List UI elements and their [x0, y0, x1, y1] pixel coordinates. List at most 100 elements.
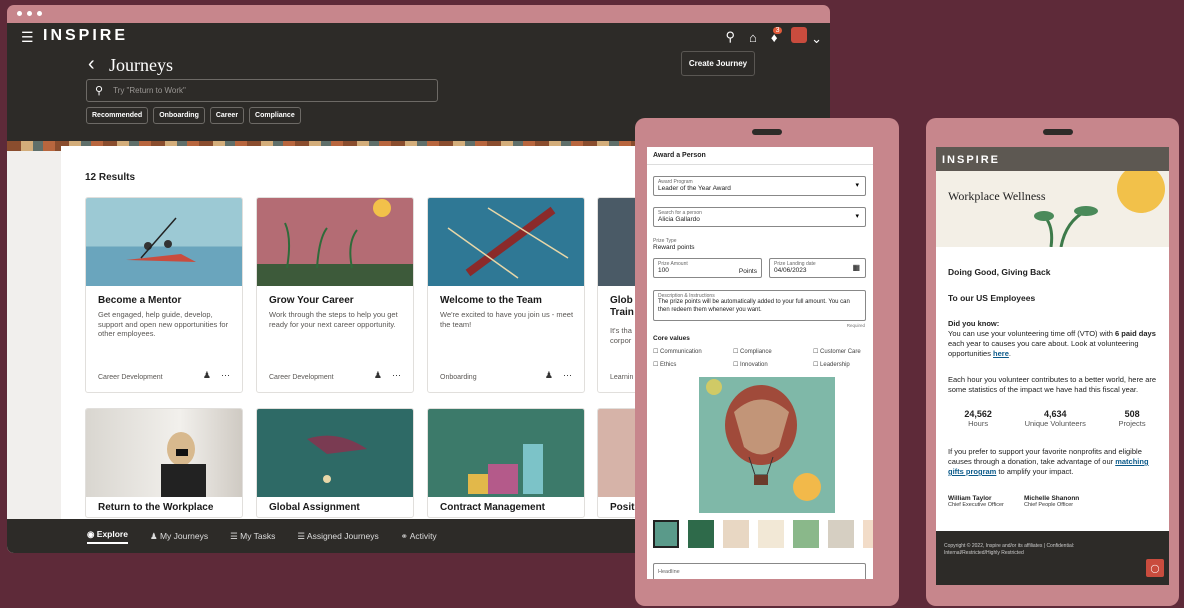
- workplace-photo: [161, 432, 206, 497]
- calendar-icon[interactable]: ▦: [852, 263, 860, 272]
- journey-card[interactable]: Contract Management: [427, 408, 585, 518]
- award-screen: Award a Person Award Program Leader of t…: [647, 147, 873, 579]
- filter-chips: Recommended Onboarding Career Compliance: [86, 107, 301, 124]
- journey-card[interactable]: Global Assignment: [256, 408, 414, 518]
- person-search-select[interactable]: Search for a person Alicia Gallardo ▾: [653, 207, 866, 227]
- sun-plant-illustration: [1034, 171, 1165, 247]
- nav-assigned-journeys[interactable]: ☰ Assigned Journeys: [297, 531, 378, 542]
- tablet-camera: [1043, 129, 1073, 135]
- card-actions: ♟ ⋯: [545, 370, 572, 381]
- nav-explore[interactable]: ◉ Explore: [87, 529, 128, 544]
- tablet-camera: [752, 129, 782, 135]
- impact-stats: 24,562 Hours 4,634 Unique Volunteers 508 Pr…: [948, 409, 1162, 428]
- thumbnail[interactable]: [863, 520, 873, 548]
- award-program-select[interactable]: Award Program Leader of the Year Award ▾: [653, 176, 866, 196]
- notifications-icon[interactable]: ♦ 3: [771, 26, 783, 45]
- vto-paragraph: Did you know: You can use your volunteer…: [948, 319, 1156, 358]
- filter-onboarding[interactable]: Onboarding: [153, 107, 205, 124]
- search-icon: ⚲: [95, 85, 104, 97]
- thumbnail[interactable]: [828, 520, 854, 548]
- checkbox-communication[interactable]: ☐ Communication: [653, 348, 702, 355]
- people-icon[interactable]: ♟: [545, 370, 553, 381]
- nav-my-journeys[interactable]: ♟ My Journeys: [150, 531, 208, 542]
- card-title: Global Assignment: [269, 502, 360, 513]
- thumbnail[interactable]: [793, 520, 819, 548]
- search-input[interactable]: ⚲ Try "Return to Work": [86, 79, 438, 102]
- impact-paragraph: Each hour you volunteer contributes to a…: [948, 375, 1157, 394]
- award-title: Award a Person: [653, 152, 706, 159]
- thumbnail-selected[interactable]: [653, 520, 679, 548]
- chevron-down-icon: ⌄: [811, 31, 822, 46]
- wellness-heading: Doing Good, Giving Back: [948, 267, 1051, 277]
- header-icons: ⚲ ⌂ ♦ 3 ⌄: [725, 26, 822, 47]
- card-image: [257, 409, 413, 497]
- checkbox-customer-care[interactable]: ☐ Customer Care: [813, 348, 861, 355]
- card-title: Grow Your Career: [269, 295, 354, 306]
- card-title: Contract Management: [440, 502, 546, 513]
- search-icon[interactable]: ⚲: [725, 29, 735, 45]
- back-arrow-icon[interactable]: ‹: [88, 53, 95, 76]
- signer-ceo: William Taylor Chief Executive Officer: [948, 495, 1004, 508]
- journey-card[interactable]: Return to the Workplace: [85, 408, 243, 518]
- donation-paragraph: If you prefer to support your favorite n…: [948, 447, 1149, 476]
- core-values-label: Core values: [653, 335, 690, 342]
- home-icon[interactable]: ⌂: [749, 30, 757, 45]
- thumbnail[interactable]: [758, 520, 784, 548]
- volunteering-link[interactable]: here: [993, 349, 1009, 358]
- rowing-illustration: [447, 206, 569, 279]
- card-image: [257, 198, 413, 286]
- filter-recommended[interactable]: Recommended: [86, 107, 149, 124]
- journey-card[interactable]: Grow Your Career Work through the steps …: [256, 197, 414, 393]
- brand-logo: INSPIRE: [43, 27, 129, 44]
- travel-illustration: [307, 435, 367, 483]
- more-icon[interactable]: ⋯: [392, 370, 401, 381]
- card-title: Posit: [610, 502, 635, 513]
- thumbnail[interactable]: [723, 520, 749, 548]
- filter-career[interactable]: Career: [209, 107, 245, 124]
- checkbox-compliance[interactable]: ☐ Compliance: [733, 348, 772, 355]
- description-textarea[interactable]: Description & Instructions The prize poi…: [653, 290, 866, 321]
- menu-icon[interactable]: ☰: [21, 29, 34, 46]
- more-icon[interactable]: ⋯: [563, 370, 572, 381]
- prize-amount-input[interactable]: Prize Amount 100 Points: [653, 258, 762, 278]
- nav-activity[interactable]: ⚭ Activity: [401, 531, 437, 542]
- notification-badge: 3: [772, 26, 783, 34]
- nav-my-tasks[interactable]: ☰ My Tasks: [230, 531, 275, 542]
- chevron-down-icon: ▾: [855, 213, 859, 220]
- headline-input[interactable]: Headline: [653, 563, 866, 579]
- chevron-down-icon: ▾: [855, 182, 859, 189]
- filter-compliance[interactable]: Compliance: [249, 107, 301, 124]
- card-title: Welcome to the Team: [440, 295, 542, 306]
- journey-card[interactable]: Welcome to the Team We're excited to hav…: [427, 197, 585, 393]
- tablet-wellness: INSPIRE Workplace Wellness Doing Good, G…: [926, 118, 1179, 606]
- thumbnail[interactable]: [688, 520, 714, 548]
- card-category: Onboarding: [440, 374, 477, 381]
- avatar: [791, 27, 808, 43]
- audience-line: To our US Employees: [948, 293, 1036, 303]
- stat-volunteers: 4,634 Unique Volunteers: [1024, 409, 1086, 428]
- required-label: Required: [846, 323, 865, 328]
- blocks-illustration: [468, 444, 543, 494]
- chat-icon[interactable]: ◯: [1146, 559, 1164, 577]
- card-title: Become a Mentor: [98, 295, 182, 306]
- more-icon[interactable]: ⋯: [221, 370, 230, 381]
- card-image: [86, 198, 242, 286]
- brand-logo: INSPIRE: [942, 154, 1001, 166]
- checkbox-innovation[interactable]: ☐ Innovation: [733, 361, 768, 368]
- copyright-text: Copyright © 2022, Inspire and/or its aff…: [944, 543, 1075, 556]
- stat-projects: 508 Projects: [1118, 409, 1146, 428]
- checkbox-leadership[interactable]: ☐ Leadership: [813, 361, 850, 368]
- checkbox-ethics[interactable]: ☐ Ethics: [653, 361, 676, 368]
- divider: [647, 164, 873, 165]
- card-category: Learnin: [610, 374, 634, 381]
- card-description: Get engaged, help guide, develop, suppor…: [98, 310, 229, 338]
- prize-date-input[interactable]: Prize Landing date 04/06/2023 ▦: [769, 258, 866, 278]
- wellness-brand-bar: INSPIRE: [936, 147, 1169, 171]
- create-journey-button[interactable]: Create Journey: [681, 51, 755, 76]
- plants-illustration: [257, 199, 413, 286]
- journey-card[interactable]: Become a Mentor Get engaged, help guide,…: [85, 197, 243, 393]
- people-icon[interactable]: ♟: [203, 370, 211, 381]
- people-icon[interactable]: ♟: [374, 370, 382, 381]
- user-menu[interactable]: ⌄: [791, 27, 822, 47]
- prize-type-field: Prize Type Reward points: [653, 238, 695, 251]
